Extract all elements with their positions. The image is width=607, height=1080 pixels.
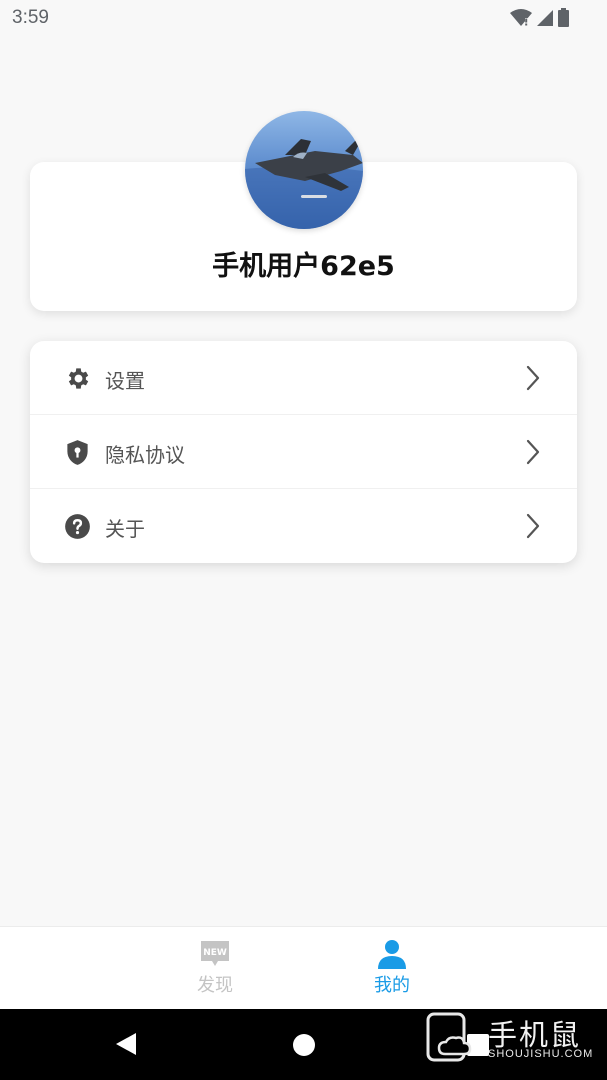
username: 手机用户62e5 bbox=[212, 251, 395, 282]
chevron-right-icon bbox=[526, 365, 540, 391]
menu-item-settings[interactable]: 设置 bbox=[30, 341, 577, 415]
tab-label: 我的 bbox=[374, 975, 410, 996]
menu-item-about[interactable]: 关于 bbox=[30, 489, 577, 563]
bottom-tab-bar: NEW 发现 我的 bbox=[0, 926, 607, 1009]
home-icon[interactable] bbox=[293, 1034, 315, 1056]
avatar[interactable] bbox=[245, 111, 363, 229]
signal-icon bbox=[537, 9, 553, 26]
tab-discover[interactable]: NEW 发现 bbox=[155, 927, 275, 1010]
menu-card: 设置 隐私协议 关于 bbox=[30, 341, 577, 563]
wifi-icon bbox=[510, 8, 532, 26]
question-circle-icon bbox=[65, 514, 90, 539]
shield-keyhole-icon bbox=[67, 440, 88, 465]
tab-label: 发现 bbox=[197, 975, 233, 996]
gear-icon bbox=[68, 368, 89, 389]
watermark: 手机鼠 SHOUJISHU.COM bbox=[425, 1010, 607, 1068]
menu-item-label: 隐私协议 bbox=[105, 443, 185, 467]
fighter-jet-avatar bbox=[245, 111, 363, 229]
chevron-right-icon bbox=[526, 439, 540, 465]
battery-icon bbox=[558, 8, 569, 27]
chevron-right-icon bbox=[526, 513, 540, 539]
back-icon[interactable] bbox=[115, 1032, 137, 1056]
new-badge-text: NEW bbox=[203, 948, 227, 958]
new-badge-icon: NEW bbox=[201, 941, 229, 966]
status-icons bbox=[510, 8, 569, 27]
status-time: 3:59 bbox=[12, 7, 49, 28]
menu-item-label: 设置 bbox=[105, 369, 145, 393]
menu-item-privacy[interactable]: 隐私协议 bbox=[30, 415, 577, 489]
watermark-logo bbox=[426, 1012, 472, 1062]
user-icon bbox=[378, 940, 406, 969]
status-bar: 3:59 bbox=[0, 0, 607, 38]
watermark-en: SHOUJISHU.COM bbox=[488, 1048, 594, 1060]
screen: 3:59 手机用户62e5 设置 隐私协议 关于 NEW 发现 我的 手机鼠 S… bbox=[0, 0, 607, 1080]
menu-item-label: 关于 bbox=[105, 517, 145, 541]
tab-mine[interactable]: 我的 bbox=[332, 927, 452, 1010]
